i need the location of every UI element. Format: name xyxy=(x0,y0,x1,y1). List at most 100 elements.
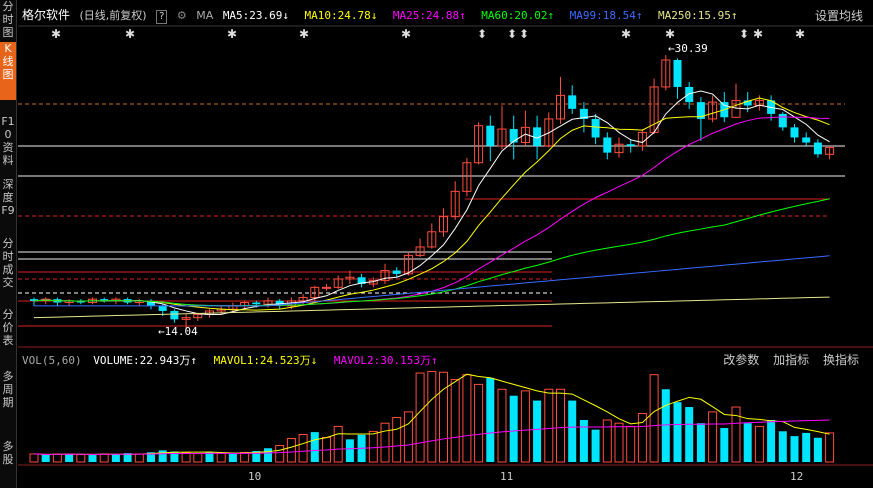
volume-bar-down xyxy=(568,400,577,462)
volume-tools: 改参数 加指标 换指标 xyxy=(713,351,859,368)
volume-bar-up xyxy=(415,372,425,463)
volume-bar-up xyxy=(181,452,191,463)
volume-indicator-title[interactable]: VOL(5,60) xyxy=(22,354,82,367)
event-marker-icon: ✱ xyxy=(51,27,61,41)
volume-bar-up xyxy=(392,417,402,463)
volume-bar-down xyxy=(579,419,588,462)
ma25-line xyxy=(33,116,830,307)
volume-bar-down xyxy=(743,423,752,462)
volume-bar-down xyxy=(533,400,542,462)
event-marker-icon: ⬍ xyxy=(477,27,487,41)
volume-bar-down xyxy=(41,454,50,462)
volume-bar-up xyxy=(439,371,448,463)
volume-bar-up xyxy=(602,419,612,463)
event-marker-icon: ✱ xyxy=(401,27,411,41)
volume-bar-up xyxy=(556,388,565,463)
volume-bar-down xyxy=(720,428,729,462)
volume-bar-up xyxy=(637,413,647,463)
ma10-line xyxy=(33,97,830,311)
candle-body-down xyxy=(626,144,635,146)
add-indicator-button[interactable]: 加指标 xyxy=(773,353,809,367)
event-marker-icon: ⬍ xyxy=(739,27,749,41)
event-marker-icon: ✱ xyxy=(795,27,805,41)
candle-body-down xyxy=(685,86,694,103)
up-arrow-icon: ↑ xyxy=(190,354,197,367)
volume-bar-down xyxy=(486,377,495,462)
volume-bar-up xyxy=(193,453,203,463)
x-label-dec: 12 xyxy=(790,470,804,483)
volume-bar-down xyxy=(509,395,518,462)
event-marker-icon: ⬍ xyxy=(519,27,529,41)
high-price-label: ←30.39 xyxy=(668,42,708,55)
low-price-label: ←14.04 xyxy=(158,325,198,338)
volume-bar-down xyxy=(802,432,811,462)
candle-body-down xyxy=(802,137,811,143)
volume-bar-up xyxy=(708,411,718,463)
volume-header: VOL(5,60) VOLUME:22.943万↑ MAVOL1:24.523万… xyxy=(22,352,448,368)
volume-bar-up xyxy=(240,451,250,463)
candle-body-down xyxy=(591,118,600,138)
candle-body-down xyxy=(158,305,167,311)
ma99-line xyxy=(34,255,830,307)
volume-bar-up xyxy=(298,434,308,463)
candle-body-down xyxy=(170,310,179,320)
volume-bar-up xyxy=(614,422,624,463)
volume-bar-down xyxy=(673,402,682,462)
volume-bar-up xyxy=(216,452,226,463)
volume-bar-down xyxy=(661,389,670,462)
volume-bar-down xyxy=(685,407,694,462)
candle-body-down xyxy=(252,302,261,305)
volume-bar-up xyxy=(380,422,390,463)
volume-bar-up xyxy=(544,388,554,463)
volume-bar-down xyxy=(111,454,120,462)
volume-bar-up xyxy=(754,425,764,463)
event-marker-icon: ✱ xyxy=(125,27,135,41)
switch-indicator-button[interactable]: 换指标 xyxy=(823,353,859,367)
candle-body-down xyxy=(790,127,799,138)
volume-bar-up xyxy=(825,432,835,463)
candle-body-down xyxy=(813,142,822,155)
volume-bar-up xyxy=(626,425,636,463)
volume-bar-down xyxy=(345,439,354,462)
ma5-line xyxy=(33,90,830,316)
kline-chart[interactable]: ✱ ✱ ✱ ✱ ✱ ⬍ ⬍ ⬍ ✱ ✱ ⬍ ✱ ✱ xyxy=(0,0,873,488)
mavol1-line xyxy=(33,373,830,455)
event-marker-icon: ⬍ xyxy=(507,27,517,41)
up-arrow-icon: ↑ xyxy=(431,354,438,367)
edit-params-button[interactable]: 改参数 xyxy=(723,353,759,367)
volume-bar-up xyxy=(649,374,659,463)
volume-bar-up xyxy=(52,453,62,463)
volume-bar-down xyxy=(778,431,787,462)
volume-bar-up xyxy=(462,374,472,463)
mavol1-value: MAVOL1:24.523万↓ xyxy=(213,354,318,367)
volume-bar-up xyxy=(99,453,109,463)
event-marker-icon: ✱ xyxy=(753,27,763,41)
candle-body-down xyxy=(778,113,787,128)
volume-bar-up xyxy=(76,454,86,463)
volume-bar-down xyxy=(88,455,97,462)
volume-bar-up xyxy=(497,388,507,463)
volume-bar-up xyxy=(474,383,484,463)
event-marker-icon: ✱ xyxy=(665,27,675,41)
candle-body-down xyxy=(603,137,612,153)
volume-bar-down xyxy=(264,448,272,462)
volume-bar-down xyxy=(767,419,776,462)
candle-body-down xyxy=(673,60,682,87)
volume-bar-up xyxy=(368,430,378,463)
volume-bar-up xyxy=(29,453,39,463)
volume-bar-down xyxy=(228,453,237,462)
down-arrow-icon: ↓ xyxy=(310,354,318,367)
candle-body-down xyxy=(568,95,577,109)
x-label-nov: 11 xyxy=(500,470,514,483)
volume-bar-down xyxy=(813,437,822,462)
volume-bar-down xyxy=(790,436,799,462)
volume-bar-up xyxy=(134,453,144,463)
volume-bar-up xyxy=(275,445,285,463)
event-marker-icon: ✱ xyxy=(621,27,631,41)
volume-bar-down xyxy=(591,429,600,462)
volume-value: VOLUME:22.943万↑ xyxy=(93,354,197,367)
ma250-line xyxy=(33,296,830,319)
volume-bar-up xyxy=(450,379,460,463)
volume-bar-up xyxy=(403,411,413,463)
volume-bar-down xyxy=(310,432,319,462)
